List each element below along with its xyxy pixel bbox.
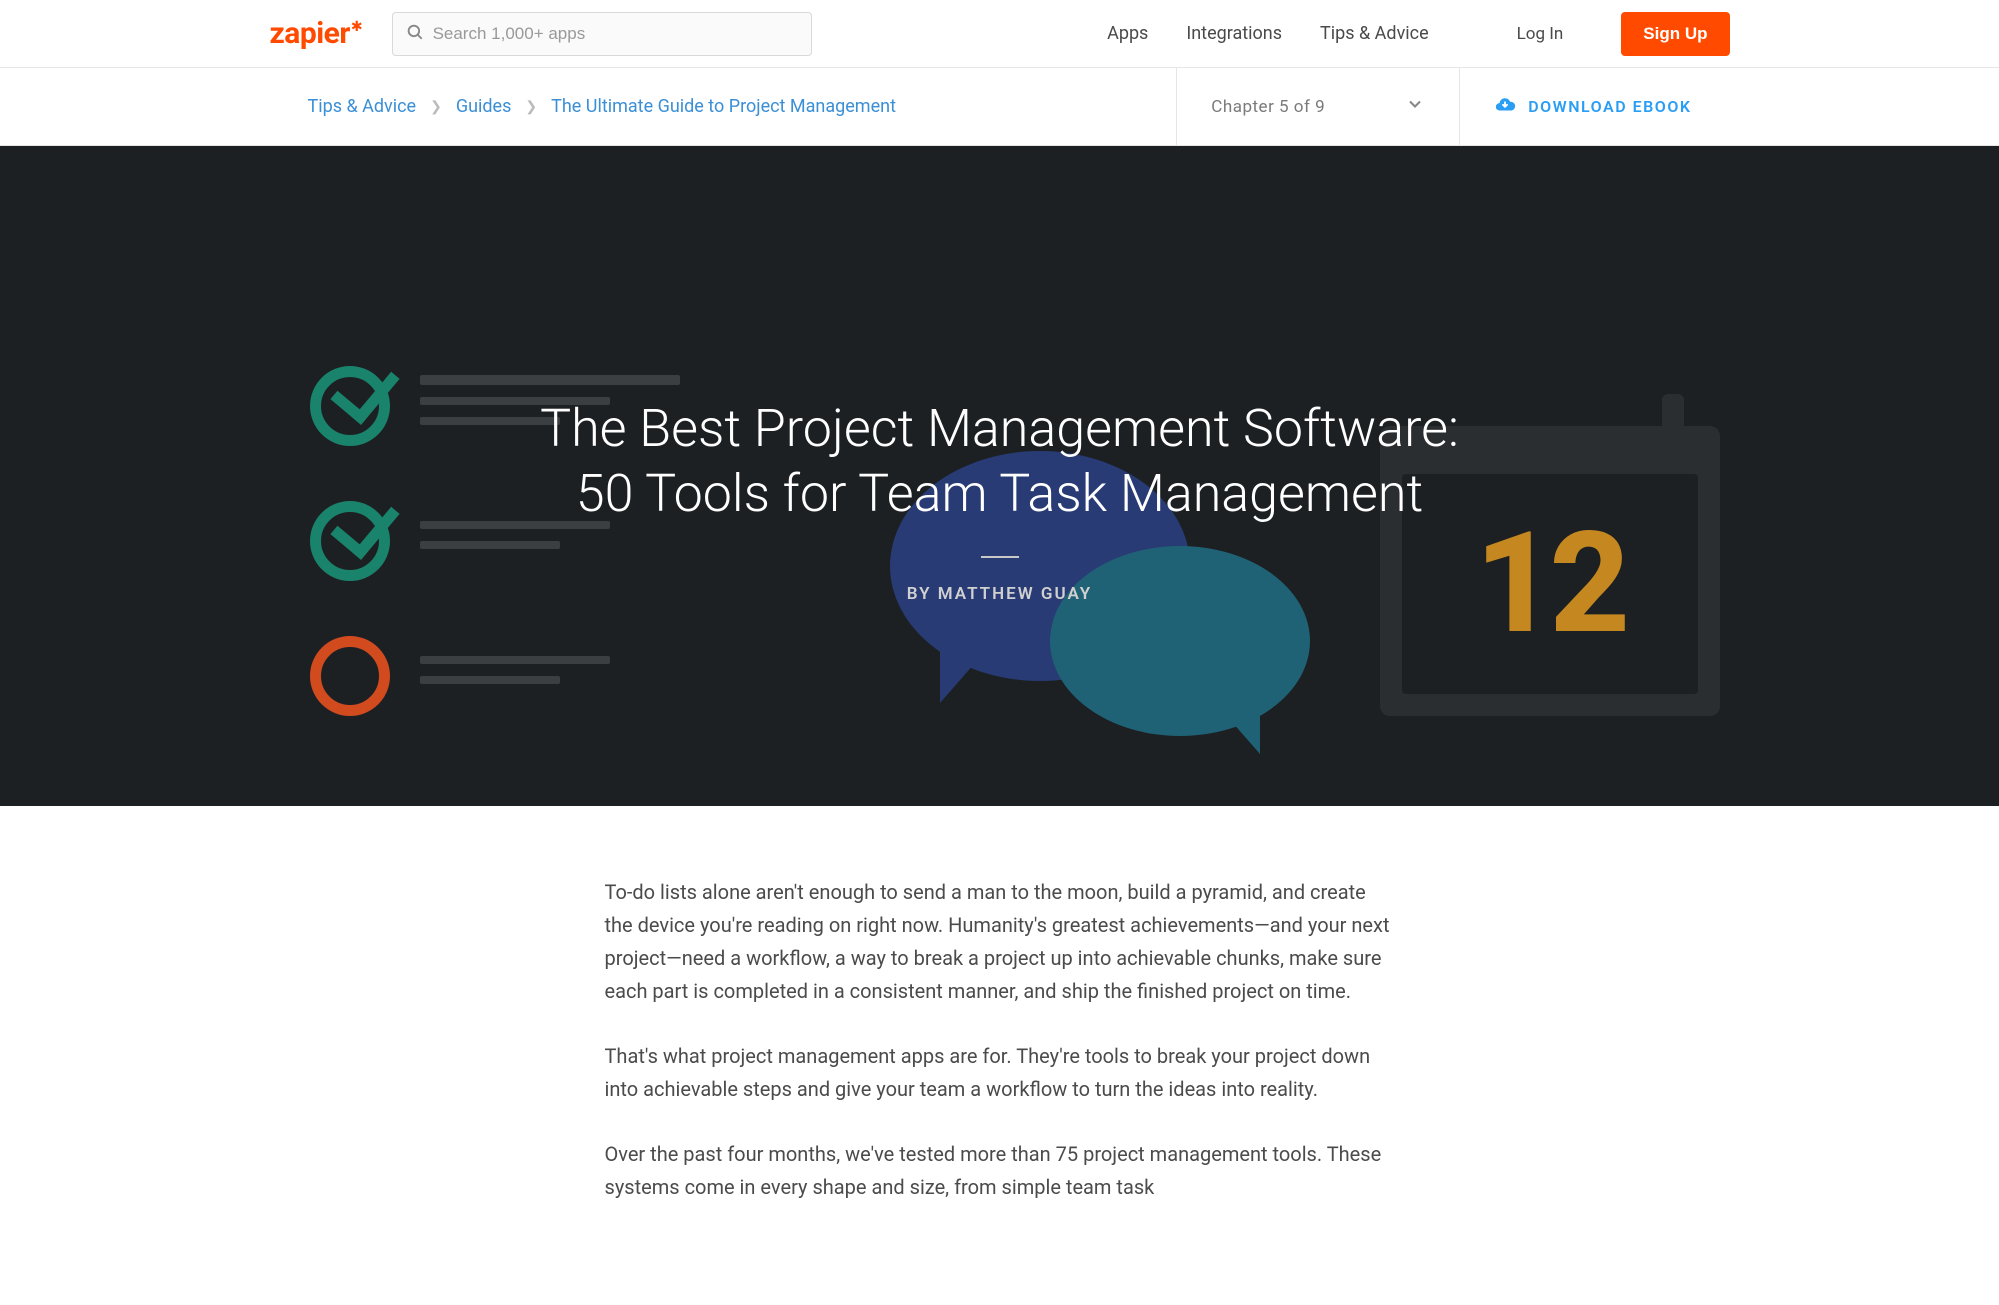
- title-line-2: 50 Tools for Team Task Management: [576, 463, 1424, 524]
- logo[interactable]: zapier ✱: [270, 19, 362, 49]
- hero: 12 The Best Project Management Software:…: [0, 146, 1999, 806]
- title-line-1: The Best Project Management Software:: [540, 398, 1459, 459]
- crumb-guides[interactable]: Guides: [456, 96, 512, 117]
- breadcrumb: Tips & Advice ❯ Guides ❯ The Ultimate Gu…: [308, 68, 1177, 145]
- search-wrap: [392, 12, 812, 56]
- top-nav: zapier ✱ Apps Integrations Tips & Advice…: [0, 0, 1999, 68]
- login-link[interactable]: Log In: [1517, 24, 1564, 44]
- page-title: The Best Project Management Software: 50…: [270, 396, 1730, 526]
- paragraph: That's what project management apps are …: [605, 1040, 1395, 1106]
- nav-integrations[interactable]: Integrations: [1186, 23, 1282, 44]
- article-body: To-do lists alone aren't enough to send …: [585, 806, 1415, 1276]
- cloud-download-icon: [1494, 94, 1516, 120]
- primary-nav: Apps Integrations Tips & Advice Log In S…: [1107, 12, 1729, 56]
- signup-button[interactable]: Sign Up: [1621, 12, 1729, 56]
- chevron-right-icon: ❯: [525, 99, 537, 115]
- logo-star-icon: ✱: [351, 19, 363, 35]
- chapter-selector[interactable]: Chapter 5 of 9: [1176, 68, 1459, 145]
- logo-text: zapier: [270, 19, 350, 49]
- byline: BY MATTHEW GUAY: [270, 584, 1730, 604]
- search-icon: [406, 23, 424, 45]
- crumb-tips[interactable]: Tips & Advice: [308, 96, 417, 117]
- divider: [981, 556, 1019, 558]
- circle-icon: [310, 636, 390, 716]
- crumb-guide-title[interactable]: The Ultimate Guide to Project Management: [551, 96, 896, 117]
- paragraph: To-do lists alone aren't enough to send …: [605, 876, 1395, 1008]
- download-label: DOWNLOAD EBOOK: [1528, 97, 1691, 116]
- sub-nav: Tips & Advice ❯ Guides ❯ The Ultimate Gu…: [0, 68, 1999, 146]
- chevron-down-icon: [1405, 94, 1425, 119]
- download-ebook-link[interactable]: DOWNLOAD EBOOK: [1459, 68, 1691, 145]
- chevron-right-icon: ❯: [430, 99, 442, 115]
- search-input[interactable]: [392, 12, 812, 56]
- nav-tips[interactable]: Tips & Advice: [1320, 23, 1429, 44]
- paragraph: Over the past four months, we've tested …: [605, 1138, 1395, 1204]
- chapter-label: Chapter 5 of 9: [1211, 97, 1325, 117]
- nav-apps[interactable]: Apps: [1107, 23, 1148, 44]
